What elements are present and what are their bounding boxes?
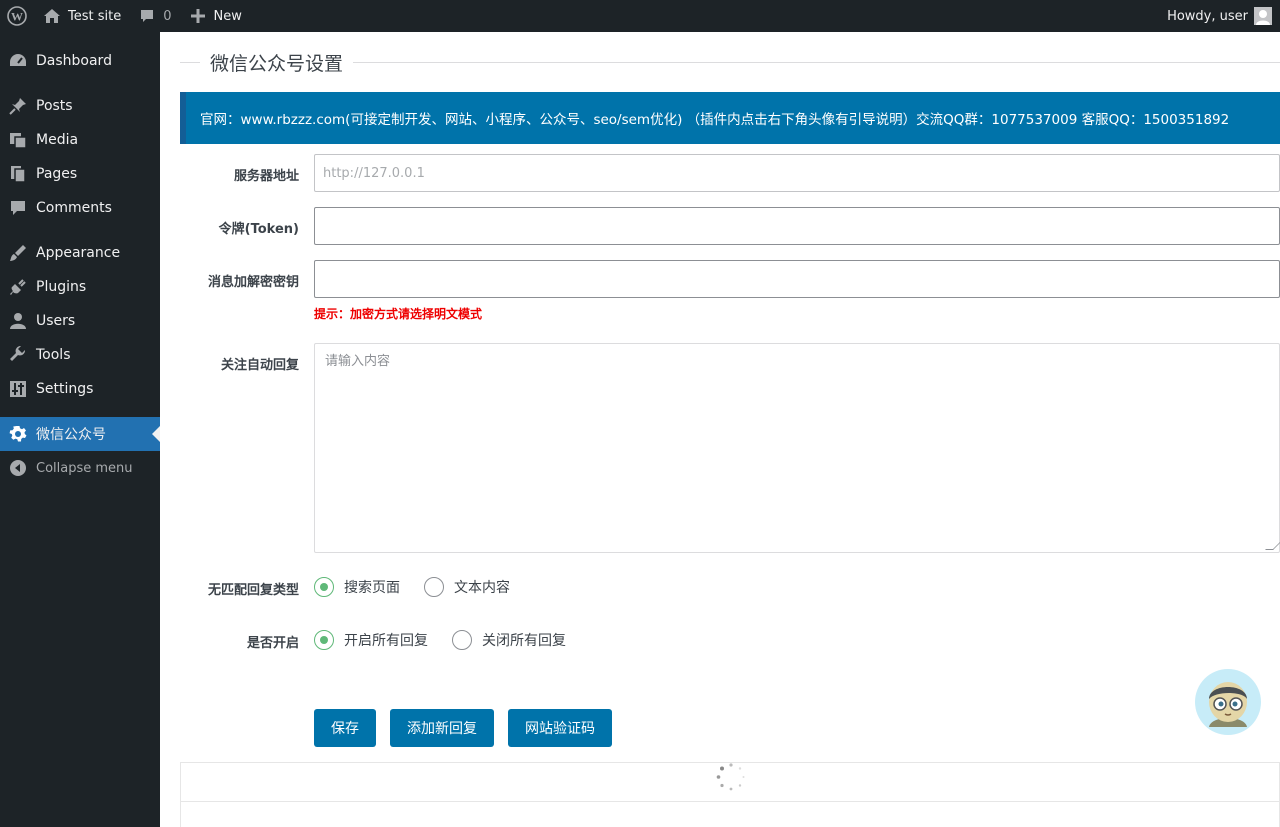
menu-dashboard[interactable]: Dashboard <box>0 44 160 78</box>
server-url-field[interactable]: http://127.0.0.1 <box>314 154 1280 192</box>
user-icon <box>0 304 36 338</box>
menu-label: Posts <box>36 98 73 114</box>
wordpress-logo-icon[interactable]: W <box>0 0 34 32</box>
menu-label: 微信公众号 <box>36 427 106 443</box>
menu-media[interactable]: Media <box>0 123 160 157</box>
comments-count: 0 <box>163 8 172 24</box>
menu-pages[interactable]: Pages <box>0 157 160 191</box>
server-url-value: http://127.0.0.1 <box>323 165 425 181</box>
menu-label: Plugins <box>36 279 87 295</box>
header-rule-right <box>353 61 1280 63</box>
auto-reply-textarea[interactable]: 请输入内容 <box>314 343 1280 553</box>
radio-text-content[interactable]: 文本内容 <box>424 577 510 597</box>
radio-enable-all[interactable]: 开启所有回复 <box>314 630 428 650</box>
pin-icon <box>0 89 36 123</box>
my-account-link[interactable]: Howdy, user <box>1159 0 1280 32</box>
menu-label: Settings <box>36 381 94 397</box>
radio-label: 开启所有回复 <box>344 633 428 649</box>
enable-label: 是否开启 <box>246 636 299 651</box>
menu-label: Users <box>36 313 76 329</box>
radio-checked-icon[interactable] <box>314 630 334 650</box>
token-label: 令牌(Token) <box>218 222 299 237</box>
aes-key-label: 消息加解密密钥 <box>207 275 299 290</box>
guide-avatar-icon[interactable] <box>1195 669 1261 735</box>
site-name-link[interactable]: Test site <box>34 0 129 32</box>
plus-icon <box>188 6 208 26</box>
menu-label: Tools <box>36 347 71 363</box>
action-buttons: 保存 添加新回复 网站验证码 <box>314 709 626 747</box>
no-match-radio-group: 搜索页面 文本内容 <box>314 577 534 597</box>
menu-posts[interactable]: Posts <box>0 89 160 123</box>
gear-icon <box>0 417 36 451</box>
server-url-label: 服务器地址 <box>233 169 299 184</box>
menu-settings[interactable]: Settings <box>0 372 160 406</box>
header-rule-left <box>180 61 200 63</box>
no-match-label: 无匹配回复类型 <box>207 583 299 598</box>
howdy-text: Howdy, user <box>1167 8 1248 24</box>
save-button[interactable]: 保存 <box>314 709 376 747</box>
svg-text:W: W <box>11 10 23 24</box>
media-icon <box>0 123 36 157</box>
radio-label: 文本内容 <box>454 580 510 596</box>
pages-icon <box>0 157 36 191</box>
site-verify-button[interactable]: 网站验证码 <box>508 709 612 747</box>
page-title: 微信公众号设置 <box>210 52 344 75</box>
main-content: 微信公众号设置 官网：www.rbzzz.com(可接定制开发、网站、小程序、公… <box>160 32 1280 827</box>
notice-text: 官网：www.rbzzz.com(可接定制开发、网站、小程序、公众号、seo/s… <box>200 112 1230 128</box>
menu-label: Pages <box>36 166 78 182</box>
radio-search-page[interactable]: 搜索页面 <box>314 577 400 597</box>
radio-disable-all[interactable]: 关闭所有回复 <box>452 630 566 650</box>
menu-wechat-official-account[interactable]: 微信公众号 <box>0 417 160 451</box>
comment-icon <box>0 191 36 225</box>
menu-plugins[interactable]: Plugins <box>0 270 160 304</box>
user-avatar-icon <box>1254 7 1272 25</box>
collapse-arrow-icon <box>0 451 36 485</box>
reply-list-area <box>180 801 1280 827</box>
menu-users[interactable]: Users <box>0 304 160 338</box>
new-content-link[interactable]: New <box>180 0 250 32</box>
auto-reply-placeholder: 请输入内容 <box>325 354 391 369</box>
radio-label: 搜索页面 <box>344 580 400 596</box>
auto-reply-label: 关注自动回复 <box>220 358 299 373</box>
reply-list-loading <box>180 762 1280 802</box>
menu-label: Appearance <box>36 245 121 261</box>
settings-icon <box>0 372 36 406</box>
aes-key-hint: 提示：加密方式请选择明文模式 <box>314 307 483 321</box>
admin-sidebar: Dashboard Posts Media Pages Comments App… <box>0 32 160 827</box>
info-notice: 官网：www.rbzzz.com(可接定制开发、网站、小程序、公众号、seo/s… <box>180 92 1280 144</box>
page-header: 微信公众号设置 <box>180 44 1280 80</box>
collapse-menu-label: Collapse menu <box>36 460 133 476</box>
new-label: New <box>213 8 242 24</box>
aes-key-input[interactable] <box>314 260 1280 298</box>
radio-unchecked-icon[interactable] <box>452 630 472 650</box>
menu-label: Media <box>36 132 79 148</box>
home-icon <box>42 6 62 26</box>
plug-icon <box>0 270 36 304</box>
comment-bubble-icon <box>137 6 157 26</box>
dashboard-icon <box>0 44 36 78</box>
menu-tools[interactable]: Tools <box>0 338 160 372</box>
resize-grip-icon[interactable] <box>1265 542 1280 550</box>
menu-label: Comments <box>36 200 112 216</box>
collapse-menu-button[interactable]: Collapse menu <box>0 451 160 485</box>
loading-spinner-icon <box>716 763 745 791</box>
brush-icon <box>0 236 36 270</box>
menu-appearance[interactable]: Appearance <box>0 236 160 270</box>
comments-link[interactable]: 0 <box>129 0 179 32</box>
radio-checked-icon[interactable] <box>314 577 334 597</box>
radio-label: 关闭所有回复 <box>482 633 566 649</box>
menu-comments[interactable]: Comments <box>0 191 160 225</box>
admin-bar: W Test site 0 New Howdy, user <box>0 0 1280 32</box>
wrench-icon <box>0 338 36 372</box>
site-name: Test site <box>68 8 122 24</box>
token-input[interactable] <box>314 207 1280 245</box>
menu-label: Dashboard <box>36 53 112 69</box>
add-reply-button[interactable]: 添加新回复 <box>390 709 494 747</box>
enable-radio-group: 开启所有回复 关闭所有回复 <box>314 630 590 650</box>
radio-unchecked-icon[interactable] <box>424 577 444 597</box>
